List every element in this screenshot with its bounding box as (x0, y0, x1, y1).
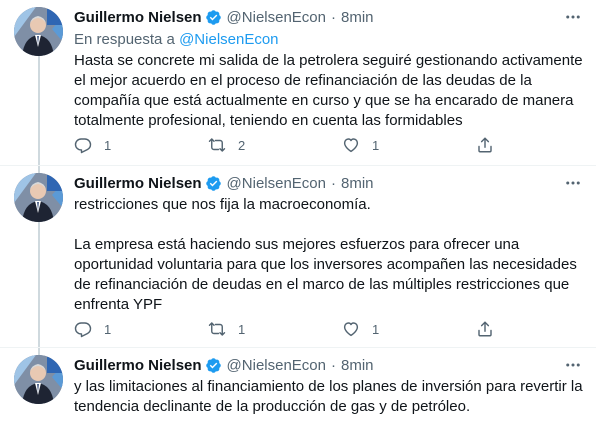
tweet-header: Guillermo Nielsen @NielsenEcon · 8min (74, 356, 374, 374)
retweet-button[interactable]: 1 (208, 320, 342, 338)
retweet-icon (208, 136, 226, 154)
avatar[interactable] (14, 7, 63, 56)
reply-mention-link[interactable]: @NielsenEcon (179, 31, 278, 48)
reply-count: 1 (104, 321, 112, 337)
verified-badge-icon (205, 175, 222, 192)
like-icon (342, 320, 360, 338)
tweet-text: restricciones que nos fija la macroecono… (74, 195, 584, 315)
reply-prefix: En respuesta a (74, 31, 175, 48)
tweet-time[interactable]: 8min (341, 9, 374, 26)
tweet-paragraph: La empresa está haciendo sus mejores esf… (74, 236, 577, 313)
reply-button[interactable]: 1 (74, 136, 208, 154)
separator-dot: · (331, 356, 336, 374)
author-handle[interactable]: @NielsenEcon (227, 357, 326, 374)
tweet-header: Guillermo Nielsen @NielsenEcon · 8min (74, 174, 374, 192)
reply-icon (74, 136, 92, 154)
separator-dot: · (331, 174, 336, 192)
tweet-header: Guillermo Nielsen @NielsenEcon · 8min (74, 8, 374, 26)
reply-count: 1 (104, 137, 112, 153)
like-count: 1 (372, 321, 380, 337)
more-icon[interactable] (564, 174, 582, 192)
action-bar: 1 2 1 (74, 135, 514, 155)
retweet-count: 1 (238, 321, 246, 337)
tweet-paragraph: Hasta se concrete mi salida de la petrol… (74, 52, 583, 129)
tweet-time[interactable]: 8min (341, 175, 374, 192)
action-bar: 1 1 1 (74, 319, 514, 339)
retweet-icon (208, 320, 226, 338)
retweet-count: 2 (238, 137, 246, 153)
share-button[interactable] (476, 136, 494, 154)
share-button[interactable] (476, 320, 494, 338)
thread-line (38, 222, 40, 348)
tweet-text: y las limitaciones al financiamiento de … (74, 377, 584, 417)
author-name[interactable]: Guillermo Nielsen (74, 357, 202, 374)
like-icon (342, 136, 360, 154)
retweet-button[interactable]: 2 (208, 136, 342, 154)
reply-button[interactable]: 1 (74, 320, 208, 338)
avatar[interactable] (14, 173, 63, 222)
like-button[interactable]: 1 (342, 320, 476, 338)
avatar[interactable] (14, 355, 63, 404)
author-handle[interactable]: @NielsenEcon (227, 175, 326, 192)
tweet-paragraph: y las limitaciones al financiamiento de … (74, 378, 583, 415)
author-name[interactable]: Guillermo Nielsen (74, 9, 202, 26)
separator-dot: · (331, 8, 336, 26)
share-icon (476, 136, 494, 154)
author-name[interactable]: Guillermo Nielsen (74, 175, 202, 192)
tweet-paragraph: restricciones que nos fija la macroecono… (74, 196, 371, 213)
more-icon[interactable] (564, 8, 582, 26)
verified-badge-icon (205, 357, 222, 374)
share-icon (476, 320, 494, 338)
tweet[interactable]: Guillermo Nielsen @NielsenEcon · 8min En… (0, 0, 596, 166)
more-icon[interactable] (564, 356, 582, 374)
author-handle[interactable]: @NielsenEcon (227, 9, 326, 26)
thread-line (38, 56, 40, 166)
tweet-time[interactable]: 8min (341, 357, 374, 374)
reply-context: En respuesta a @NielsenEcon (74, 31, 279, 48)
like-count: 1 (372, 137, 380, 153)
tweet[interactable]: Guillermo Nielsen @NielsenEcon · 8min re… (0, 166, 596, 348)
reply-icon (74, 320, 92, 338)
tweet-text: Hasta se concrete mi salida de la petrol… (74, 51, 584, 131)
verified-badge-icon (205, 9, 222, 26)
tweet[interactable]: Guillermo Nielsen @NielsenEcon · 8min y … (0, 348, 596, 427)
like-button[interactable]: 1 (342, 136, 476, 154)
